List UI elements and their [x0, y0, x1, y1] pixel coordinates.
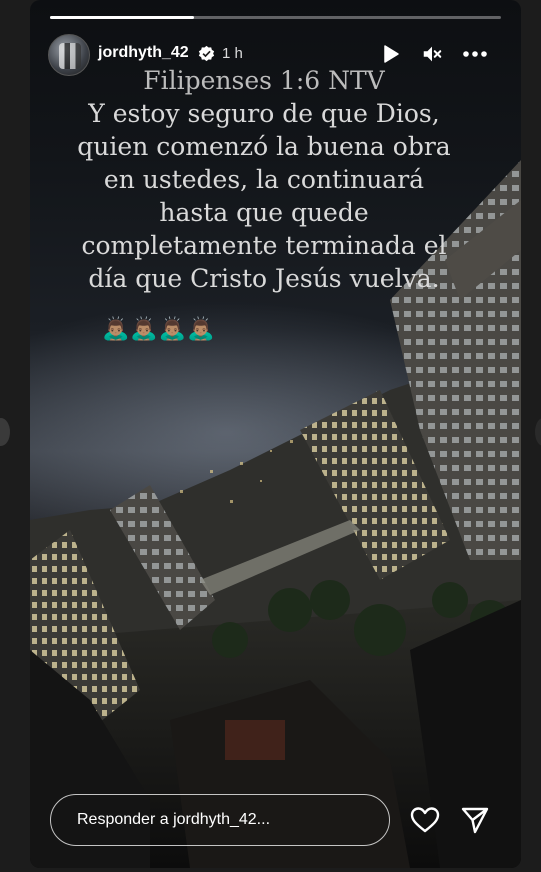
story-progress-bar: [50, 16, 501, 19]
verse-text: Filipenses 1:6 NTV Y estoy seguro de que…: [54, 64, 474, 295]
bowing-emojis: 🙇🏽‍♂️🙇🏽‍♂️🙇🏽‍♂️🙇🏽‍♂️: [102, 316, 216, 341]
send-icon[interactable]: [460, 805, 490, 835]
verse-line: quien comenzó la buena obra: [77, 132, 451, 161]
story-progress-fill: [50, 16, 195, 19]
verified-badge-icon: [198, 45, 215, 62]
verse-line: día que Cristo Jesús vuelva.: [88, 264, 440, 293]
post-time: 1 h: [222, 45, 243, 62]
heart-icon[interactable]: [410, 806, 440, 834]
story-viewer[interactable]: jordhyth_42 1 h Filipenses 1:6 NTV Y est…: [30, 0, 521, 868]
more-options-icon[interactable]: [461, 43, 489, 65]
reply-input[interactable]: Responder a jordhyth_42...: [50, 794, 390, 846]
next-story-edge[interactable]: [535, 418, 541, 446]
verse-line: Y estoy seguro de que Dios,: [88, 99, 440, 128]
play-icon[interactable]: [381, 44, 401, 64]
verse-line: hasta que quede: [159, 198, 369, 227]
mute-icon[interactable]: [421, 43, 443, 65]
verse-line: completamente terminada el: [81, 231, 447, 260]
verse-line: en ustedes, la continuará: [103, 165, 425, 194]
reply-placeholder: Responder a jordhyth_42...: [77, 811, 271, 828]
previous-story-edge[interactable]: [0, 418, 10, 446]
username[interactable]: jordhyth_42: [98, 44, 189, 62]
verse-reference: Filipenses 1:6 NTV: [143, 66, 385, 95]
